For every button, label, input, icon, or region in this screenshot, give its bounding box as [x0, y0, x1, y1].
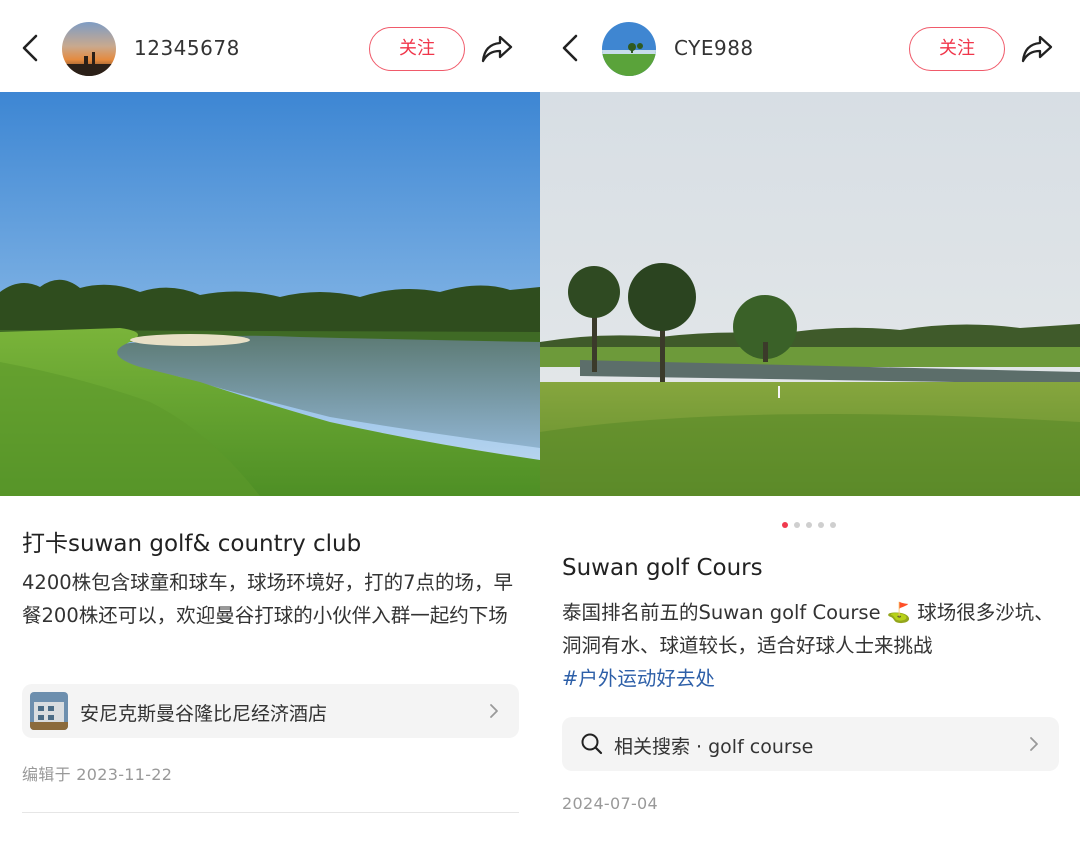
right-post-panel: CYE988 关注 Suwan golf Cours 泰国排名前五的Suwan …	[540, 0, 1080, 845]
username[interactable]: CYE988	[674, 36, 754, 60]
carousel-dot[interactable]	[794, 522, 800, 528]
post-date: 2024-07-04	[562, 794, 658, 813]
location-chip[interactable]: 安尼克斯曼谷隆比尼经济酒店	[22, 684, 519, 738]
carousel-dot[interactable]	[818, 522, 824, 528]
edited-date: 编辑于 2023-11-22	[22, 765, 173, 784]
left-post-panel: 12345678 关注 打卡suwan golf& country club 4…	[0, 0, 540, 845]
post-title: Suwan golf Cours	[562, 555, 763, 581]
post-title: 打卡suwan golf& country club	[22, 531, 362, 557]
divider	[22, 812, 519, 813]
follow-button[interactable]: 关注	[909, 27, 1005, 71]
avatar[interactable]	[62, 22, 116, 76]
location-label: 安尼克斯曼谷隆比尼经济酒店	[80, 703, 328, 725]
post-description: 4200株包含球童和球车，球场环境好，打的7点的场，早餐200株还可以，欢迎曼谷…	[22, 571, 514, 627]
username[interactable]: 12345678	[134, 36, 240, 60]
related-search-label: 相关搜索 · golf course	[614, 736, 814, 758]
share-icon[interactable]	[478, 30, 516, 68]
follow-button[interactable]: 关注	[369, 27, 465, 71]
post-photo[interactable]	[0, 92, 540, 496]
chevron-right-icon	[490, 704, 498, 718]
back-arrow-icon[interactable]	[558, 32, 584, 64]
related-search-chip[interactable]: 相关搜索 · golf course	[562, 717, 1059, 771]
post-header: CYE988 关注	[540, 0, 1080, 92]
avatar[interactable]	[602, 22, 656, 76]
share-icon[interactable]	[1018, 30, 1056, 68]
description-text: 泰国排名前五的Suwan golf Course	[562, 601, 887, 624]
chevron-right-icon	[1030, 737, 1038, 751]
hotel-thumbnail	[30, 692, 68, 730]
carousel-dot-active[interactable]	[782, 522, 788, 528]
search-icon	[581, 733, 603, 755]
carousel-dot[interactable]	[806, 522, 812, 528]
post-photo[interactable]	[540, 92, 1080, 496]
golf-flag-icon: ⛳	[886, 601, 912, 624]
back-arrow-icon[interactable]	[18, 32, 44, 64]
post-header: 12345678 关注	[0, 0, 540, 92]
carousel-dot[interactable]	[830, 522, 836, 528]
post-description: 泰国排名前五的Suwan golf Course ⛳ 球场很多沙坑、洞洞有水、球…	[562, 596, 1062, 695]
hashtag-link[interactable]: #户外运动好去处	[562, 667, 715, 690]
